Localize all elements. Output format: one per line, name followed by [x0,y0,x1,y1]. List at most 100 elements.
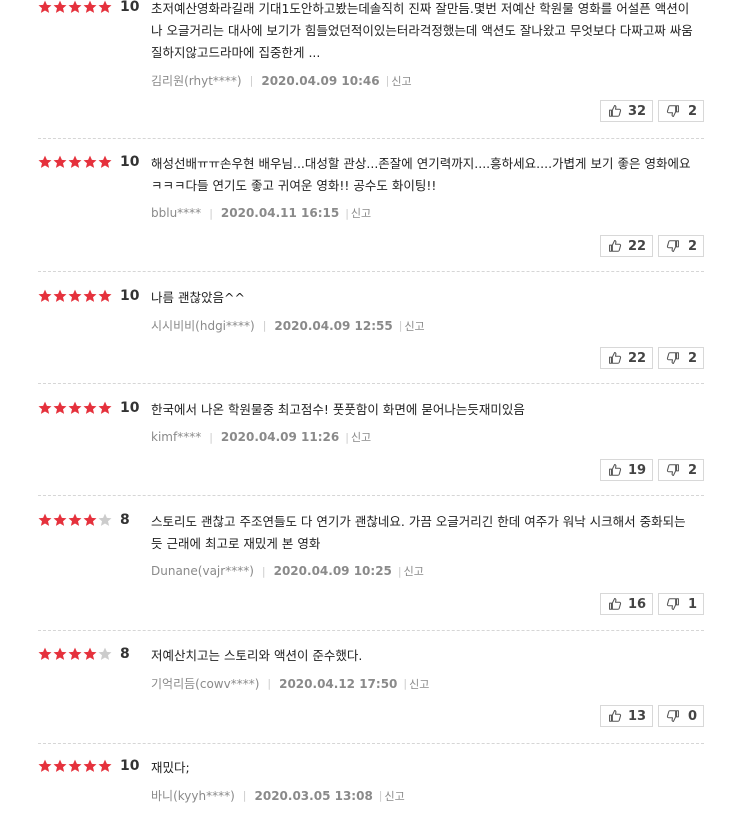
review-text: 나름 괜찮았음^^ [151,290,245,305]
divider [38,271,704,272]
review-author[interactable]: Dunane(vajr****) [151,564,254,578]
like-button[interactable]: 22 [600,235,653,257]
star-icon [38,0,52,14]
divider: | [403,677,408,690]
rating: 10 [38,287,139,305]
dislike-count: 2 [687,238,697,254]
rating-score: 10 [120,154,140,170]
divider: | [398,319,403,332]
star-rating [38,289,113,303]
like-count: 13 [628,708,647,724]
star-icon [38,513,52,527]
review-meta: bblu**** | 2020.04.11 16:15 | 신고 [151,205,696,221]
report-link[interactable]: 신고 [351,429,371,445]
star-icon [38,155,52,169]
divider [38,383,704,384]
star-icon [98,513,112,527]
thumbs-down-icon [666,709,686,723]
report-link[interactable]: 신고 [404,318,424,334]
dislike-button[interactable]: 2 [658,100,704,122]
review-meta: 김리원(rhyt****) | 2020.04.09 10:46 | 신고 [151,72,696,89]
review-date: 2020.04.09 12:55 [274,318,393,333]
star-icon [68,647,82,661]
star-icon [98,759,112,773]
review-content: 재밌다; 바니(kyyh****) | 2020.03.05 13:08 | 신… [151,757,696,804]
report-link[interactable]: 신고 [391,73,411,89]
star-icon [38,759,52,773]
dislike-button[interactable]: 2 [658,235,704,257]
dislike-count: 2 [687,350,697,366]
review-content: 저예산치고는 스토리와 액션이 준수했다. 기억리듬(cowv****) | 2… [151,645,696,692]
dislike-button[interactable]: 0 [658,705,704,727]
star-rating [38,513,113,527]
divider [38,495,704,496]
star-icon [68,289,82,303]
star-icon [53,401,67,415]
vote-buttons: 13 0 [595,705,704,727]
like-button[interactable]: 32 [600,100,653,122]
star-icon [98,401,112,415]
review-author[interactable]: 기억리듬(cowv****) [151,675,259,692]
rating: 10 [38,757,139,775]
review-content: 한국에서 나온 학원물중 최고점수! 풋풋함이 화면에 묻어나는듯재미있음 ki… [151,399,696,445]
star-icon [68,155,82,169]
review-content: 나름 괜찮았음^^ 시시비비(hdgi****) | 2020.04.09 12… [151,287,696,334]
review-text: 저예산치고는 스토리와 액션이 준수했다. [151,648,363,663]
dislike-count: 2 [687,103,697,119]
like-button[interactable]: 13 [600,705,653,727]
divider: | [242,789,247,802]
review-date: 2020.04.09 10:25 [273,564,392,578]
rating-score: 10 [120,0,140,15]
review-meta: Dunane(vajr****) | 2020.04.09 10:25 | 신고 [151,563,696,579]
review-author[interactable]: kimf**** [151,430,201,444]
divider: | [385,74,390,87]
dislike-button[interactable]: 2 [658,347,704,369]
report-link[interactable]: 신고 [351,205,371,221]
review-author[interactable]: 김리원(rhyt****) [151,72,242,89]
review-meta: 시시비비(hdgi****) | 2020.04.09 12:55 | 신고 [151,317,696,334]
review-meta: 바니(kyyh****) | 2020.03.05 13:08 | 신고 [151,787,696,804]
star-icon [38,401,52,415]
divider [38,630,704,631]
thumbs-down-icon [666,104,686,118]
star-icon [53,513,67,527]
like-count: 22 [628,350,647,366]
like-button[interactable]: 16 [600,593,653,615]
review-text: 초저예산영화라길래 기대1도안하고봤는데솔직히 진짜 잘만듬.몇번 저예산 학원… [151,1,693,60]
dislike-count: 0 [687,708,697,724]
star-icon [98,0,112,14]
report-link[interactable]: 신고 [404,563,424,579]
thumbs-up-icon [608,351,628,365]
divider: | [262,319,267,332]
divider: | [345,430,349,444]
vote-buttons: 32 2 [595,100,704,122]
review-meta: 기억리듬(cowv****) | 2020.04.12 17:50 | 신고 [151,675,696,692]
divider: | [378,789,383,802]
review-list: 10 초저예산영화라길래 기대1도안하고봤는데솔직히 진짜 잘만듬.몇번 저예산… [0,0,754,809]
dislike-count: 2 [687,462,697,478]
star-icon [53,0,67,14]
rating: 8 [38,645,130,663]
like-button[interactable]: 19 [600,459,653,481]
dislike-button[interactable]: 2 [658,459,704,481]
thumbs-up-icon [608,104,628,118]
rating: 10 [38,399,139,417]
review-author[interactable]: 시시비비(hdgi****) [151,317,255,334]
like-button[interactable]: 22 [600,347,653,369]
report-link[interactable]: 신고 [385,788,405,804]
star-icon [83,0,97,14]
rating-score: 10 [120,758,140,774]
divider: | [397,564,402,578]
report-link[interactable]: 신고 [409,676,429,692]
dislike-button[interactable]: 1 [658,593,704,615]
review-item: 8 저예산치고는 스토리와 액션이 준수했다. 기억리듬(cowv****) |… [38,645,704,744]
review-date: 2020.04.09 11:26 [220,430,340,444]
review-author[interactable]: 바니(kyyh****) [151,787,235,804]
thumbs-up-icon [608,239,628,253]
star-icon [83,513,97,527]
review-content: 해성선배ㅠㅠ손우현 배우님...대성할 관상...존잘에 연기력까지....흥하… [151,153,696,221]
review-author[interactable]: bblu**** [151,206,201,220]
divider [38,138,704,139]
star-rating [38,0,113,14]
review-item: 10 해성선배ㅠㅠ손우현 배우님...대성할 관상...존잘에 연기력까지...… [38,153,704,272]
